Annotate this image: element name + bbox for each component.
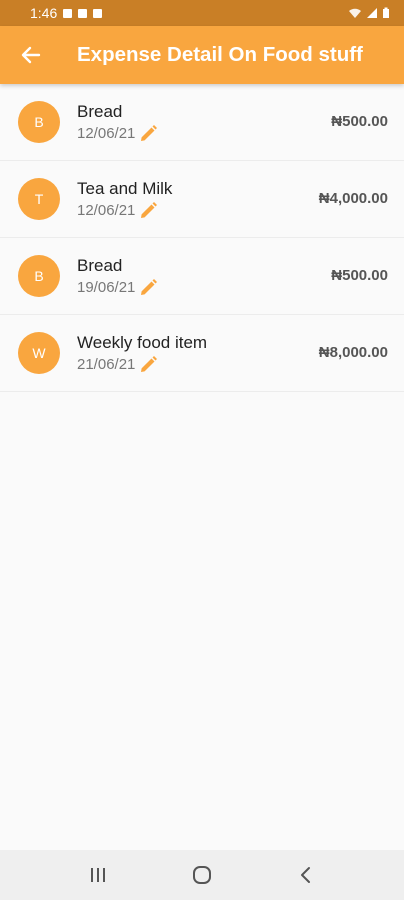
avatar: W xyxy=(18,332,60,374)
back-button[interactable] xyxy=(0,26,62,84)
pencil-icon xyxy=(141,201,158,218)
expense-row[interactable]: B Bread 12/06/21 ₦500.00 xyxy=(0,84,404,161)
expense-row[interactable]: T Tea and Milk 12/06/21 ₦4,000.00 xyxy=(0,161,404,238)
wifi-icon xyxy=(349,8,361,18)
avatar: T xyxy=(18,178,60,220)
expense-amount: ₦500.00 xyxy=(331,112,388,130)
expense-title: Bread xyxy=(77,255,123,275)
nav-back-button[interactable] xyxy=(286,855,326,895)
page-title: Expense Detail On Food stuff xyxy=(77,43,363,66)
expense-date: 21/06/21 xyxy=(77,355,136,373)
avatar: B xyxy=(18,101,60,143)
expense-date: 19/06/21 xyxy=(77,278,136,296)
arrow-left-icon xyxy=(21,46,41,64)
recents-icon xyxy=(91,868,105,882)
edit-button[interactable] xyxy=(138,278,158,298)
expense-title: Weekly food item xyxy=(77,332,208,352)
expense-title: Tea and Milk xyxy=(77,178,173,198)
status-left: 1:46 xyxy=(30,5,103,21)
expense-amount: ₦500.00 xyxy=(331,266,388,284)
expense-row[interactable]: B Bread 19/06/21 ₦500.00 xyxy=(0,238,404,315)
signal-icon xyxy=(367,8,377,18)
home-icon xyxy=(193,866,211,884)
battery-icon xyxy=(383,7,389,18)
expense-amount: ₦8,000.00 xyxy=(318,343,388,361)
recents-button[interactable] xyxy=(78,855,118,895)
system-nav-bar xyxy=(0,850,404,900)
gallery-notification-icon xyxy=(63,8,73,18)
expense-date: 12/06/21 xyxy=(77,201,136,219)
expense-row[interactable]: W Weekly food item 21/06/21 ₦8,000.00 xyxy=(0,315,404,392)
facebook-notification-icon xyxy=(93,8,103,18)
expense-title: Bread xyxy=(77,101,123,121)
edit-button[interactable] xyxy=(138,201,158,221)
pencil-icon xyxy=(141,124,158,141)
status-right xyxy=(348,7,390,19)
pencil-icon xyxy=(141,355,158,372)
chevron-left-icon xyxy=(301,867,310,883)
expense-date: 12/06/21 xyxy=(77,124,136,142)
home-button[interactable] xyxy=(182,855,222,895)
facebook-notification-icon xyxy=(78,8,88,18)
edit-button[interactable] xyxy=(138,355,158,375)
pencil-icon xyxy=(141,278,158,295)
status-time: 1:46 xyxy=(30,5,58,21)
status-bar: 1:46 xyxy=(0,0,404,26)
expense-amount: ₦4,000.00 xyxy=(318,189,388,207)
expense-list: B Bread 12/06/21 ₦500.00 T Tea and Milk … xyxy=(0,84,404,392)
edit-button[interactable] xyxy=(138,124,158,144)
avatar: B xyxy=(18,255,60,297)
app-bar: Expense Detail On Food stuff xyxy=(0,26,404,84)
